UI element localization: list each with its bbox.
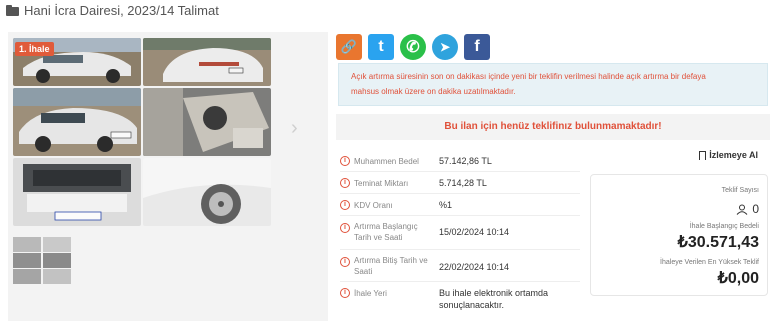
bid-count-label: Teklif Sayısı — [721, 187, 759, 194]
detail-row-deposit: i Teminat Miktarı 5.714,28 TL — [340, 172, 580, 194]
detail-row-appraised-value: i Muhammen Bedel 57.142,86 TL — [340, 150, 580, 172]
no-offer-message: Bu ilan için henüz teklifinız bulunmamak… — [336, 114, 770, 140]
car-photo-3[interactable] — [13, 88, 141, 156]
detail-value: 5.714,28 TL — [439, 178, 487, 188]
facebook-icon[interactable]: f — [464, 34, 490, 60]
gallery-mini-thumbnails[interactable] — [13, 237, 71, 285]
info-icon: i — [340, 156, 350, 166]
bid-summary-card: Teklif Sayısı 0 İhale Başlangıç Bedeli ₺… — [590, 174, 768, 296]
info-icon: i — [340, 200, 350, 210]
info-icon: i — [340, 178, 350, 188]
highest-bid-label: İhaleye Verilen En Yüksek Teklif — [660, 259, 759, 266]
notice-line-2: mahsus olmak üzere on dakika uzatılmakta… — [351, 87, 516, 96]
start-price-label: İhale Başlangıç Bedeli — [689, 223, 759, 230]
detail-value: 57.142,86 TL — [439, 156, 492, 166]
extension-notice: Açık artırma süresinin son on dakikası i… — [338, 63, 768, 106]
car-photo-2[interactable] — [143, 38, 271, 86]
detail-value: 22/02/2024 10:14 — [439, 262, 510, 272]
info-icon: i — [340, 223, 350, 233]
detail-label: Artırma Başlangıç Tarih ve Saati — [354, 222, 418, 242]
share-buttons: 🔗 t ✆ ➤ f — [336, 34, 490, 60]
notice-line-1: Açık artırma süresinin son on dakikası i… — [351, 72, 706, 81]
folder-open-icon — [6, 4, 19, 16]
watch-label: İzlemeye Al — [709, 150, 758, 160]
watch-button[interactable]: İzlemeye Al — [699, 150, 758, 160]
bookmark-icon — [699, 150, 707, 160]
auction-round-badge: 1. İhale — [15, 42, 54, 56]
detail-row-location: i İhale Yeri Bu ihale elektronik ortamda… — [340, 282, 580, 312]
detail-row-vat: i KDV Oranı %1 — [340, 194, 580, 216]
twitter-icon[interactable]: t — [368, 34, 394, 60]
car-photo-6[interactable] — [143, 158, 271, 226]
highest-bid: ₺0,00 — [717, 270, 759, 287]
detail-label: Muhammen Bedel — [354, 157, 419, 166]
detail-label: Teminat Miktarı — [354, 179, 409, 188]
chevron-right-icon[interactable]: › — [291, 118, 305, 138]
auction-details: i Muhammen Bedel 57.142,86 TL i Teminat … — [340, 150, 580, 312]
bid-count-value: 0 — [752, 202, 759, 216]
car-photo-5[interactable] — [13, 158, 141, 226]
photo-grid: 1. İhale — [13, 38, 271, 226]
bidders-icon — [736, 204, 748, 215]
page-title: Hani İcra Dairesi, 2023/14 Talimat — [24, 2, 219, 18]
start-price: ₺30.571,43 — [677, 234, 759, 251]
bid-count: 0 — [736, 202, 759, 216]
info-icon: i — [340, 288, 350, 298]
photo-gallery: 1. İhale › — [8, 32, 328, 321]
detail-value: %1 — [439, 200, 453, 210]
detail-row-start-date: i Artırma Başlangıç Tarih ve Saati 15/02… — [340, 216, 580, 250]
link-icon[interactable]: 🔗 — [336, 34, 362, 60]
car-photo-4[interactable] — [143, 88, 271, 156]
whatsapp-icon[interactable]: ✆ — [400, 34, 426, 60]
page-header: Hani İcra Dairesi, 2023/14 Talimat — [6, 2, 219, 18]
detail-value: 15/02/2024 10:14 — [439, 227, 510, 237]
auction-info-panel: 🔗 t ✆ ➤ f Açık artırma süresinin son on … — [336, 32, 770, 321]
car-photo-1[interactable]: 1. İhale — [13, 38, 141, 86]
detail-label: İhale Yeri — [354, 289, 387, 298]
detail-label: KDV Oranı — [354, 201, 393, 210]
telegram-icon[interactable]: ➤ — [432, 34, 458, 60]
detail-value: Bu ihale elektronik ortamda sonuçlanacak… — [439, 288, 549, 310]
detail-row-end-date: i Artırma Bitiş Tarih ve Saati 22/02/202… — [340, 250, 580, 282]
auction-page: Hani İcra Dairesi, 2023/14 Talimat 1. İh… — [0, 0, 770, 321]
detail-label: Artırma Bitiş Tarih ve Saati — [354, 256, 428, 276]
info-icon: i — [340, 257, 350, 267]
